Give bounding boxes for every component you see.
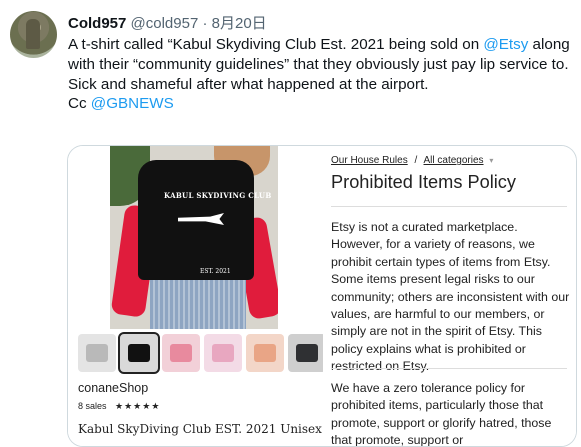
- breadcrumb-house-rules[interactable]: Our House Rules: [331, 155, 408, 166]
- chevron-down-icon[interactable]: ▾: [489, 156, 493, 165]
- thumbnail-3[interactable]: [162, 334, 200, 372]
- mention-gbnews[interactable]: @GBNEWS: [91, 95, 174, 112]
- text-span: A t-shirt called “Kabul Skydiving Club E…: [68, 36, 484, 53]
- tweet-date[interactable]: 8月20日: [212, 15, 267, 32]
- mention-etsy[interactable]: @Etsy: [483, 36, 528, 53]
- thumbnail-5[interactable]: [246, 334, 284, 372]
- shirt-print-title: KABUL SKYDIVING CLUB: [164, 191, 272, 200]
- breadcrumb-all-categories[interactable]: All categories: [424, 155, 484, 166]
- divider: [331, 368, 567, 369]
- thumb-shirt: [212, 344, 234, 362]
- breadcrumb-separator: /: [414, 155, 418, 166]
- thumb-shirt: [254, 344, 276, 362]
- shirt-print-year: EST. 2021: [200, 268, 231, 275]
- thumb-shirt: [296, 344, 318, 362]
- product-listing: KABUL SKYDIVING CLUB EST. 2021 conaneSho…: [68, 146, 336, 446]
- policy-page: Our House Rules / All categories ▾ Prohi…: [323, 146, 576, 446]
- star-rating-icon: ★★★★★: [115, 401, 161, 411]
- tweet-text: A t-shirt called “Kabul Skydiving Club E…: [68, 35, 573, 114]
- thumbnail-1[interactable]: [78, 334, 116, 372]
- policy-paragraph-1: Etsy is not a curated marketplace. Howev…: [331, 220, 570, 374]
- policy-title: Prohibited Items Policy: [331, 172, 516, 192]
- t-shirt: KABUL SKYDIVING CLUB EST. 2021: [138, 160, 271, 280]
- avatar[interactable]: [10, 11, 57, 58]
- handle[interactable]: @cold957: [131, 15, 199, 32]
- divider: [331, 206, 567, 207]
- policy-paragraph-2: We have a zero tolerance policy for proh…: [331, 381, 552, 447]
- listing-title[interactable]: Kabul SkyDiving Club EST. 2021 Unisex T-: [78, 422, 336, 436]
- jeans: [150, 276, 246, 329]
- thumb-shirt: [86, 344, 108, 362]
- display-name[interactable]: Cold957: [68, 15, 126, 32]
- sales-count: 8 sales: [78, 401, 107, 411]
- text-span: Cc: [68, 95, 91, 113]
- text-span: Sick and shameful after what happened at…: [68, 75, 429, 93]
- shop-name[interactable]: conaneShop: [78, 381, 148, 395]
- sales-rating: 8 sales ★★★★★: [78, 401, 160, 412]
- avatar-figure: [26, 19, 40, 49]
- product-photo: KABUL SKYDIVING CLUB EST. 2021: [110, 146, 278, 329]
- thumbnail-6[interactable]: [288, 334, 326, 372]
- tweet-header: Cold957 @cold957 · 8月20日: [68, 12, 267, 33]
- thumbnail-4[interactable]: [204, 334, 242, 372]
- tweet-line-3: Cc @GBNEWS: [68, 94, 573, 114]
- tweet-line-2: Sick and shameful after what happened at…: [68, 75, 573, 95]
- plane-icon: [178, 213, 224, 225]
- thumbnail-strip: [78, 332, 326, 374]
- attached-image[interactable]: KABUL SKYDIVING CLUB EST. 2021 conaneSho…: [67, 145, 577, 447]
- tweet-line-1: A t-shirt called “Kabul Skydiving Club E…: [68, 35, 573, 75]
- thumbnail-2[interactable]: [118, 332, 160, 374]
- thumb-shirt: [128, 344, 150, 362]
- breadcrumb: Our House Rules / All categories ▾: [331, 155, 493, 166]
- dot-separator: ·: [202, 15, 208, 32]
- thumb-shirt: [170, 344, 192, 362]
